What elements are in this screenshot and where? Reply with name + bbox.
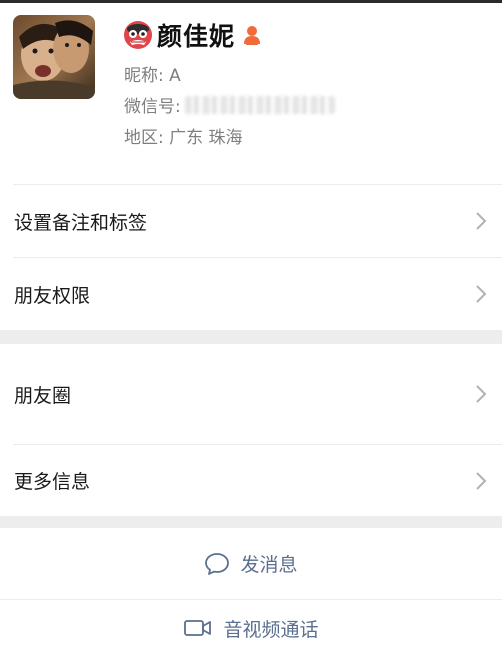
menu-item-moments[interactable]: 朋友圈 [0, 344, 502, 444]
avatar-photo [13, 15, 95, 99]
menu-item-label: 设置备注和标签 [14, 211, 148, 234]
name-row: 颜佳妮 [123, 17, 263, 53]
avatar[interactable] [13, 15, 95, 99]
profile-header: 颜佳妮 昵称: A 微信号: 地区: 广东 珠海 [0, 3, 502, 184]
nickname-line: 昵称: A [124, 61, 181, 86]
region-label: 地区: [124, 128, 164, 148]
send-message-button[interactable]: 发消息 [0, 528, 502, 599]
gender-person-icon [244, 26, 261, 45]
contact-name: 颜佳妮 [157, 22, 236, 51]
menu-item-friend-permissions[interactable]: 朋友权限 [0, 258, 502, 330]
wechat-id-label: 微信号: [124, 97, 181, 117]
wechat-id-redacted [184, 95, 335, 114]
menu-item-label: 朋友权限 [14, 284, 91, 307]
menu-item-label: 更多信息 [14, 471, 91, 493]
menu-item-label: 朋友圈 [14, 384, 72, 407]
region-line: 地区: 广东 珠海 [124, 123, 243, 148]
send-message-label: 发消息 [240, 554, 298, 576]
section-gap [0, 516, 502, 528]
menu-item-remark-tags[interactable]: 设置备注和标签 [0, 185, 502, 257]
chevron-right-icon [476, 212, 487, 230]
chevron-right-icon [476, 385, 487, 403]
av-call-label: 音视频通话 [223, 618, 319, 641]
region-value: 广东 珠海 [169, 128, 243, 148]
chevron-right-icon [476, 471, 487, 490]
video-camera-icon [184, 620, 212, 636]
av-call-button[interactable]: 音视频通话 [0, 600, 502, 656]
emoji-mask-icon [124, 21, 152, 49]
menu-item-more-info[interactable]: 更多信息 [0, 445, 502, 516]
nickname-label: 昵称: [124, 66, 164, 86]
chat-bubble-icon [205, 552, 230, 575]
chevron-right-icon [476, 285, 487, 303]
wechat-id-line: 微信号: [124, 92, 335, 117]
nickname-value: A [169, 66, 181, 86]
section-gap [0, 330, 502, 344]
